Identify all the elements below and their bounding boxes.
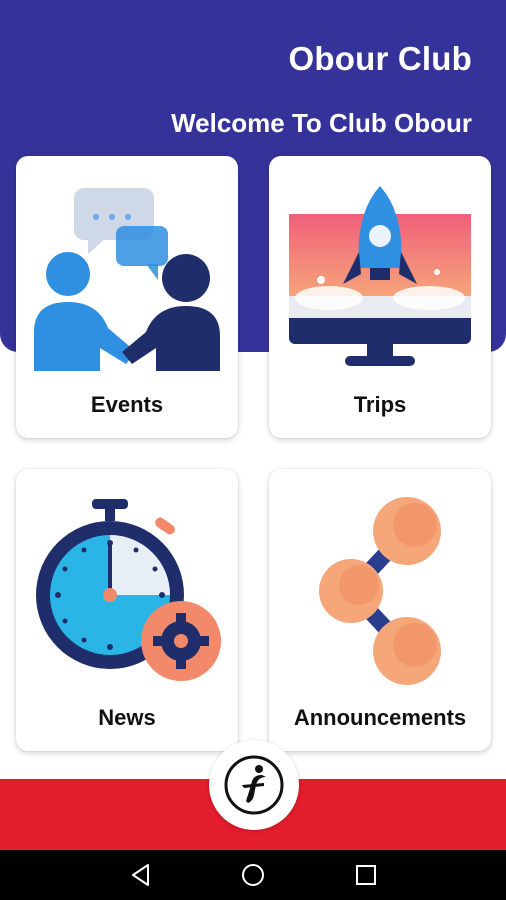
- announcements-card[interactable]: Announcements: [269, 469, 491, 751]
- events-card[interactable]: Events: [16, 156, 238, 438]
- share-nodes-icon: [319, 497, 441, 685]
- club-logo-button[interactable]: [209, 740, 299, 830]
- rocket-monitor-icon: [289, 186, 471, 366]
- app-title: Obour Club: [288, 40, 472, 77]
- recents-icon[interactable]: [353, 862, 379, 888]
- announcements-label: Announcements: [293, 705, 467, 730]
- events-label: Events: [90, 392, 164, 417]
- news-card[interactable]: News: [16, 469, 238, 751]
- system-navigation-bar: [0, 850, 506, 900]
- welcome-text: Welcome To Club Obour: [171, 108, 472, 138]
- handshake-chat-icon: [34, 188, 220, 371]
- trips-label: Trips: [353, 392, 407, 417]
- stopwatch-gear-icon: [36, 499, 221, 681]
- back-icon[interactable]: [128, 862, 154, 888]
- home-icon[interactable]: [240, 862, 266, 888]
- club-logo-icon: [224, 755, 284, 815]
- news-label: News: [98, 705, 156, 730]
- trips-card[interactable]: Trips: [269, 156, 491, 438]
